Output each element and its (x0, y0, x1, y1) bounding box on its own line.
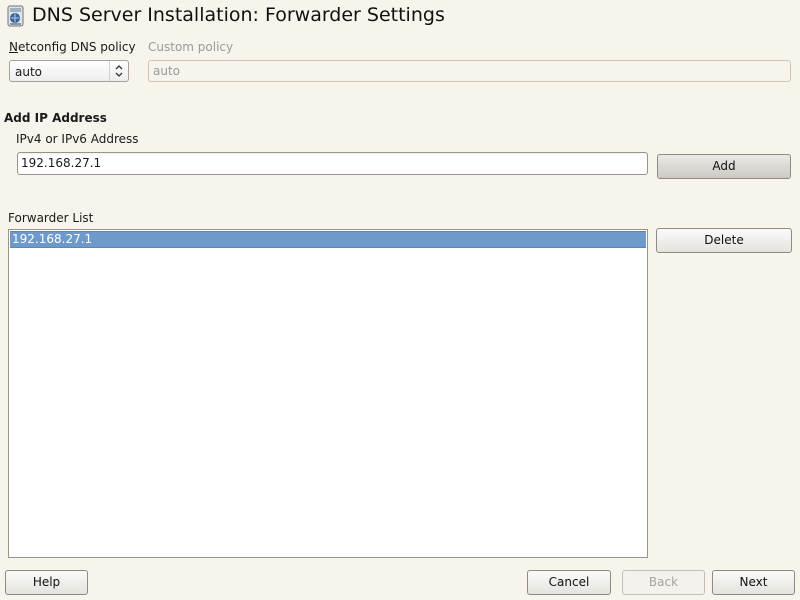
custom-policy-label: Custom policy (148, 40, 234, 54)
next-button[interactable]: Next (712, 570, 795, 595)
updown-arrows-icon (109, 61, 128, 81)
list-item[interactable]: 192.168.27.1 (10, 231, 646, 248)
forwarder-list-label: Forwarder List (8, 211, 94, 225)
netconfig-policy-label: Netconfig DNS policy (9, 40, 136, 54)
cancel-button[interactable]: Cancel (527, 570, 611, 595)
page-title: DNS Server Installation: Forwarder Setti… (32, 4, 445, 26)
add-button[interactable]: Add (657, 154, 791, 179)
delete-button[interactable]: Delete (656, 228, 792, 253)
back-button[interactable]: Back (622, 570, 705, 595)
dns-server-icon (7, 5, 24, 27)
netconfig-policy-value: auto (15, 65, 43, 79)
dialog: DNS Server Installation: Forwarder Setti… (0, 0, 800, 600)
ip-address-input[interactable]: 192.168.27.1 (17, 152, 648, 175)
help-button[interactable]: Help (5, 570, 88, 595)
custom-policy-input[interactable]: auto (148, 60, 791, 82)
netconfig-policy-select[interactable]: auto (9, 60, 129, 82)
forwarder-list[interactable]: 192.168.27.1 (8, 229, 648, 558)
ip-address-label: IPv4 or IPv6 Address (16, 132, 139, 146)
add-ip-heading: Add IP Address (4, 111, 107, 125)
